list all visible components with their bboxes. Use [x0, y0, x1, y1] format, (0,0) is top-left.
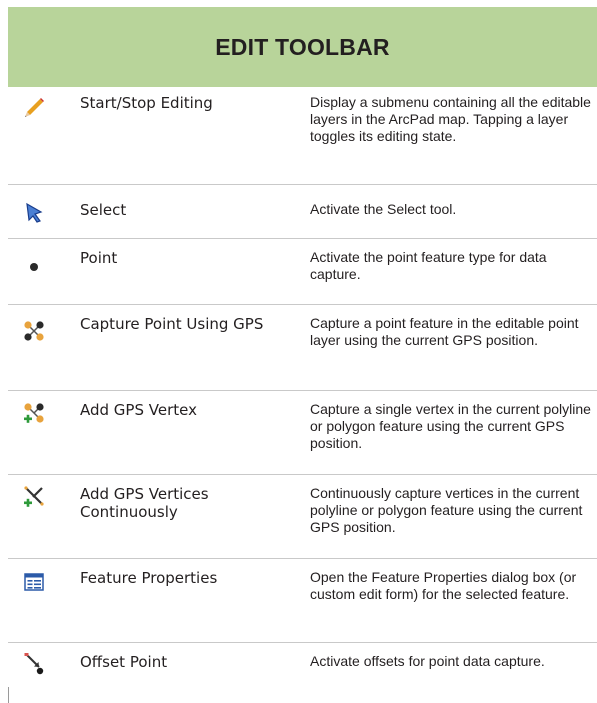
table-row: Start/Stop Editing Display a submenu con… [8, 87, 597, 185]
command-name: Feature Properties [80, 569, 218, 587]
command-name: Add GPS Vertices Continuously [80, 485, 209, 521]
table-row: Capture Point Using GPS Capture a point … [8, 305, 597, 391]
point-icon [22, 255, 46, 279]
command-description: Capture a single vertex in the current p… [310, 401, 591, 451]
command-description: Continuously capture vertices in the cur… [310, 485, 583, 535]
table-row: Feature Properties Open the Feature Prop… [8, 559, 597, 643]
edit-toolbar-reference-page: EDIT TOOLBAR Start/Stop Editing Display … [0, 0, 597, 703]
table-row: Add GPS Vertices Continuously Continuous… [8, 475, 597, 559]
command-description: Open the Feature Properties dialog box (… [310, 569, 577, 602]
command-name: Offset Point [80, 653, 168, 671]
command-name: Add GPS Vertex [80, 401, 197, 419]
table-header: EDIT TOOLBAR [8, 7, 597, 87]
table-row: Point Activate the point feature type fo… [8, 239, 597, 305]
offset-point-icon [22, 651, 46, 675]
table-row: Offset Point Activate offsets for point … [8, 643, 597, 687]
command-name: Select [80, 201, 127, 219]
command-description: Display a submenu containing all the edi… [310, 94, 591, 144]
table-title: EDIT TOOLBAR [215, 33, 390, 60]
page-margin-rule [8, 687, 9, 703]
capture-point-gps-icon [22, 319, 46, 343]
feature-properties-icon [22, 570, 46, 594]
table-row: Add GPS Vertex Capture a single vertex i… [8, 391, 597, 475]
table-row: Select Activate the Select tool. [8, 185, 597, 239]
command-description: Activate offsets for point data capture. [310, 653, 545, 669]
command-description: Capture a point feature in the editable … [310, 315, 579, 348]
add-gps-vertex-icon [22, 401, 46, 425]
command-description: Activate the Select tool. [310, 201, 457, 217]
select-arrow-icon [22, 201, 46, 225]
command-name: Point [80, 249, 118, 267]
command-name: Start/Stop Editing [80, 94, 213, 112]
pencil-icon [22, 96, 46, 120]
add-gps-vertices-continuously-icon [22, 485, 46, 509]
command-name: Capture Point Using GPS [80, 315, 264, 333]
command-description: Activate the point feature type for data… [310, 249, 547, 282]
